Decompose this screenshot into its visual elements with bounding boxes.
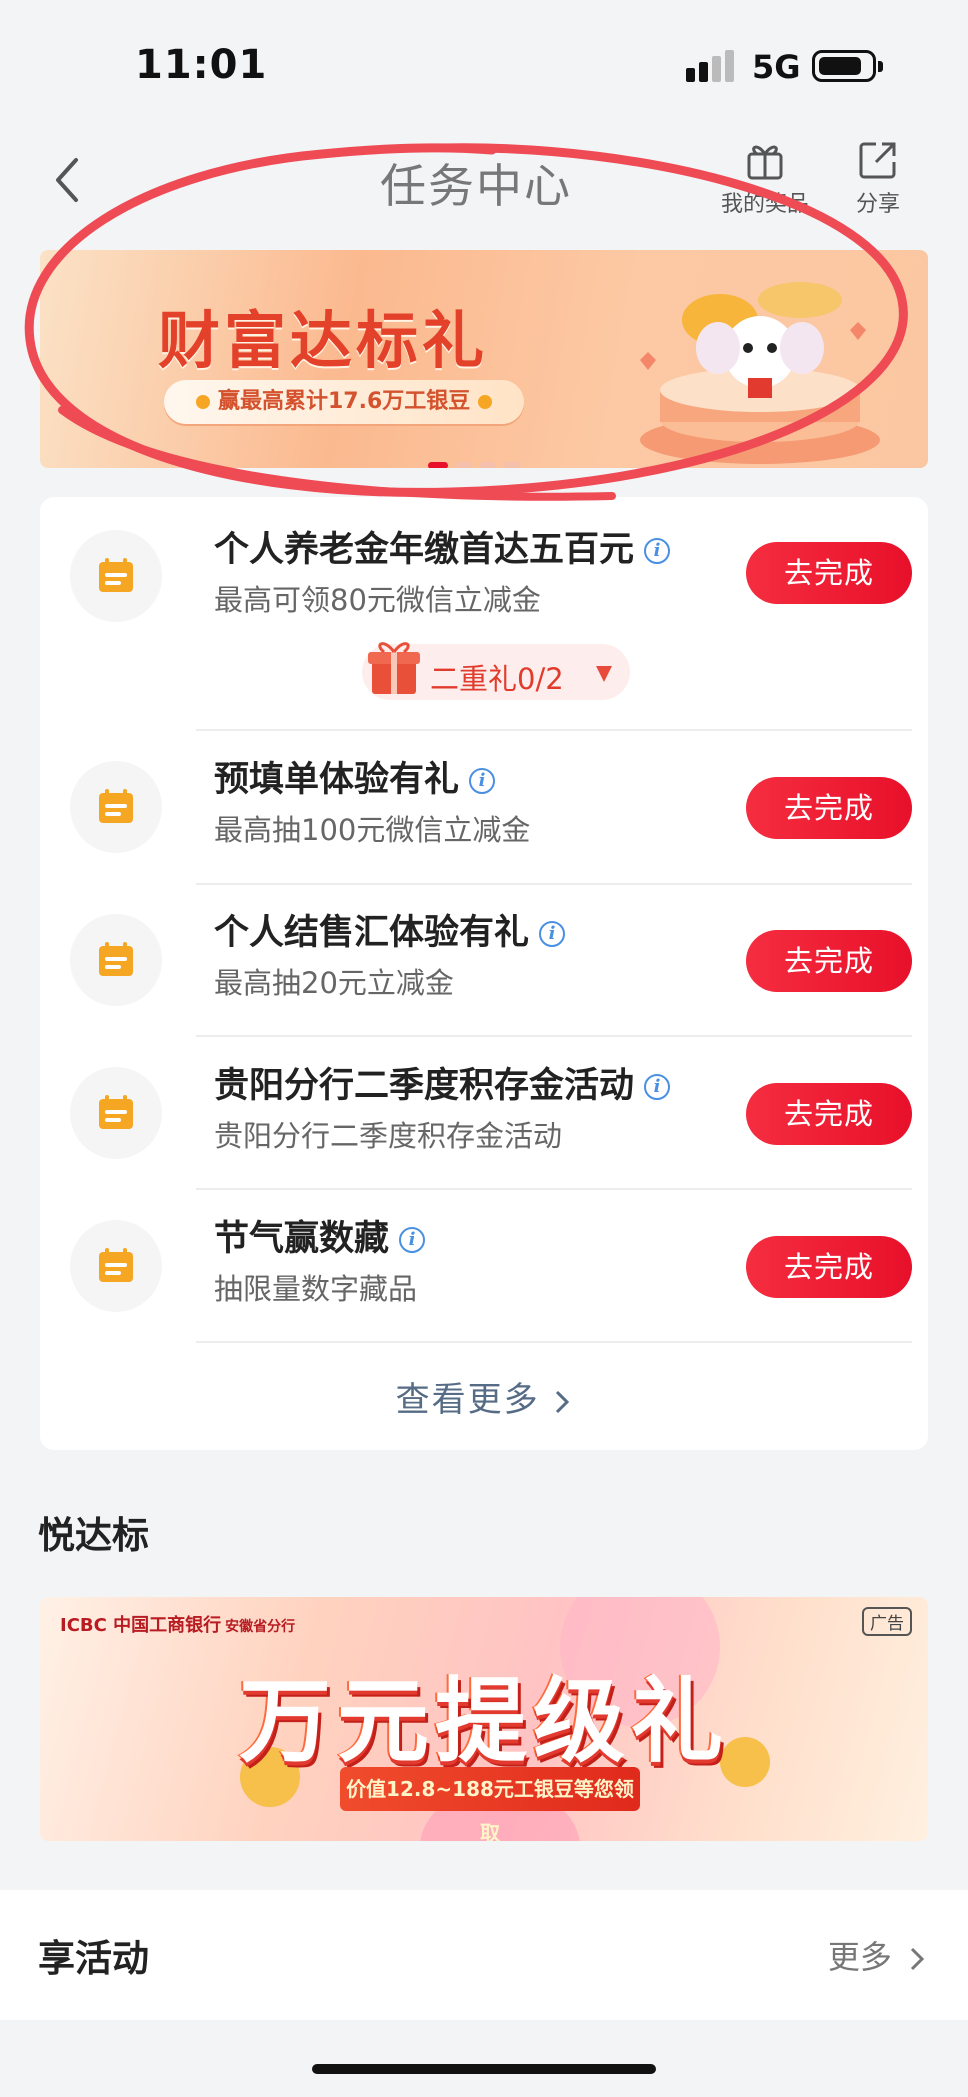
task-item: 贵阳分行二季度积存金活动 i 贵阳分行二季度积存金活动 去完成 bbox=[40, 1039, 928, 1189]
hero-title: 财富达标礼 bbox=[158, 304, 489, 377]
task-calendar-icon bbox=[70, 1067, 162, 1159]
task-title: 个人养老金年缴首达五百元 i bbox=[214, 521, 671, 572]
task-list-card: 个人养老金年缴首达五百元 i 最高可领80元微信立减金 去完成 二重礼0/2 预填… bbox=[40, 497, 928, 1450]
task-desc: 抽限量数字藏品 bbox=[214, 1272, 418, 1306]
battery-icon bbox=[812, 50, 883, 82]
mascot-illustration bbox=[640, 282, 880, 464]
ad-ribbon: 价值12.8~188元工银豆等您领取 bbox=[340, 1767, 640, 1841]
task-complete-button[interactable]: 去完成 bbox=[746, 1083, 912, 1145]
task-desc: 最高抽100元微信立减金 bbox=[214, 813, 531, 847]
task-desc: 最高可领80元微信立减金 bbox=[214, 583, 541, 617]
task-desc: 最高抽20元立减金 bbox=[214, 966, 454, 1000]
task-title: 个人结售汇体验有礼 i bbox=[214, 904, 566, 955]
gift-tier-pill[interactable]: 二重礼0/2 bbox=[362, 642, 630, 700]
divider bbox=[196, 1035, 912, 1037]
hero-banner[interactable]: 财富达标礼 赢最高累计17.6万工银豆 bbox=[40, 250, 928, 468]
task-item: 节气赢数藏 i 抽限量数字藏品 去完成 bbox=[40, 1192, 928, 1342]
info-icon[interactable]: i bbox=[644, 538, 671, 564]
info-icon[interactable]: i bbox=[644, 1074, 671, 1100]
section-title-xiang: 享活动 bbox=[38, 1937, 149, 1980]
task-title: 节气赢数藏 i bbox=[214, 1210, 426, 1261]
gift-icon bbox=[747, 145, 783, 180]
task-calendar-icon bbox=[70, 1220, 162, 1312]
nav-bar: 任务中心 我的奖品 分享 bbox=[0, 120, 968, 230]
view-more-link[interactable]: 查看更多 bbox=[40, 1372, 928, 1421]
status-bar: 11:01 5G bbox=[0, 0, 968, 120]
divider bbox=[196, 1341, 912, 1343]
activities-section: 享活动 更多 bbox=[0, 1890, 968, 2020]
task-title: 贵阳分行二季度积存金活动 i bbox=[214, 1057, 671, 1108]
carousel-dots bbox=[428, 462, 578, 468]
task-title: 预填单体验有礼 i bbox=[214, 751, 496, 802]
page-title: 任务中心 bbox=[380, 159, 572, 213]
chevron-right-icon bbox=[910, 1947, 925, 1971]
my-prizes-button[interactable]: 我的奖品 bbox=[705, 138, 825, 218]
divider bbox=[196, 729, 912, 731]
my-prizes-label: 我的奖品 bbox=[720, 192, 809, 217]
network-type: 5G bbox=[752, 48, 801, 86]
gift-tier-text: 二重礼0/2 bbox=[430, 662, 564, 696]
task-complete-button[interactable]: 去完成 bbox=[746, 542, 912, 604]
task-desc: 贵阳分行二季度积存金活动 bbox=[214, 1119, 563, 1153]
ad-banner[interactable]: ICBC 中国工商银行 安徽省分行 广告 万元提级礼 价值12.8~188元工银豆… bbox=[40, 1597, 928, 1841]
gift-box-icon bbox=[368, 642, 420, 694]
task-calendar-icon bbox=[70, 530, 162, 622]
share-button[interactable]: 分享 bbox=[845, 138, 911, 218]
section-title-yue: 悦达标 bbox=[38, 1514, 149, 1557]
task-complete-button[interactable]: 去完成 bbox=[746, 930, 912, 992]
back-icon[interactable] bbox=[46, 150, 86, 210]
share-icon bbox=[859, 142, 896, 179]
divider bbox=[196, 1188, 912, 1190]
chevron-down-icon bbox=[596, 666, 612, 682]
task-calendar-icon bbox=[70, 914, 162, 1006]
more-activities-link[interactable]: 更多 bbox=[828, 1932, 926, 1978]
info-icon[interactable]: i bbox=[539, 921, 566, 947]
ad-badge: 广告 bbox=[862, 1607, 912, 1636]
signal-icon bbox=[686, 50, 738, 84]
task-item: 个人养老金年缴首达五百元 i 最高可领80元微信立减金 去完成 二重礼0/2 bbox=[40, 497, 928, 727]
task-calendar-icon bbox=[70, 761, 162, 853]
info-icon[interactable]: i bbox=[469, 768, 496, 794]
home-indicator[interactable] bbox=[312, 2064, 656, 2074]
task-item: 个人结售汇体验有礼 i 最高抽20元立减金 去完成 bbox=[40, 886, 928, 1036]
info-icon[interactable]: i bbox=[399, 1227, 426, 1253]
hero-subtitle: 赢最高累计17.6万工银豆 bbox=[164, 380, 525, 424]
task-complete-button[interactable]: 去完成 bbox=[746, 1236, 912, 1298]
task-complete-button[interactable]: 去完成 bbox=[746, 777, 912, 839]
share-label: 分享 bbox=[855, 192, 900, 217]
status-time: 11:01 bbox=[135, 42, 268, 88]
divider bbox=[196, 883, 912, 885]
ad-brand: ICBC 中国工商银行 安徽省分行 bbox=[60, 1615, 296, 1636]
chevron-right-icon bbox=[556, 1390, 570, 1413]
ad-title: 万元提级礼 bbox=[238, 1668, 729, 1775]
task-item: 预填单体验有礼 i 最高抽100元微信立减金 去完成 bbox=[40, 733, 928, 883]
